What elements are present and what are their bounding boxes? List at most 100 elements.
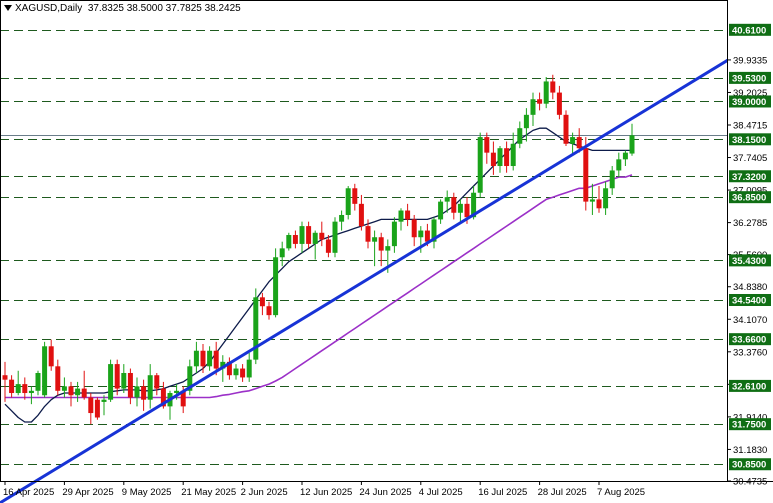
candle-body — [273, 257, 279, 316]
candle-body — [537, 99, 543, 104]
dropdown-arrow-icon[interactable] — [4, 5, 12, 12]
chart-header: XAGUSD,Daily 37.8325 38.5000 37.7825 38.… — [4, 3, 241, 14]
y-tick-label: 39.9335 — [733, 55, 767, 66]
candle-body — [9, 379, 15, 394]
candle — [273, 248, 279, 318]
level-label: 31.7500 — [732, 420, 766, 431]
x-tick-label: 24 Jun 2025 — [359, 487, 411, 498]
candle-body — [510, 143, 516, 167]
candle-body — [365, 226, 371, 242]
candle-body — [306, 226, 312, 244]
candle-body — [286, 235, 292, 249]
candle-body — [61, 386, 67, 391]
candle-body — [94, 399, 100, 418]
candle-body — [556, 92, 562, 115]
x-tick-label: 4 Jul 2025 — [419, 487, 463, 498]
y-tick-label: 33.3760 — [733, 347, 767, 358]
x-tick-label: 29 Apr 2025 — [62, 487, 113, 498]
level-label: 39.0000 — [732, 97, 766, 108]
candle-body — [207, 350, 213, 367]
y-tick-label: 38.4715 — [733, 120, 767, 131]
candle-body — [193, 350, 199, 367]
level-label: 40.6100 — [732, 25, 766, 36]
candle-body — [517, 128, 523, 144]
candle-body — [319, 232, 325, 240]
candle-body — [398, 210, 404, 222]
candle-body — [28, 390, 34, 394]
candle-body — [114, 364, 120, 389]
candle-body — [68, 386, 74, 396]
level-label: 34.5400 — [732, 295, 766, 306]
candle-body — [88, 397, 94, 414]
x-tick-label: 12 Jun 2025 — [300, 487, 352, 498]
candle-body — [576, 137, 582, 149]
candle-body — [332, 221, 338, 253]
candle-body — [563, 114, 569, 144]
candle-body — [259, 297, 265, 307]
candle-body — [622, 152, 628, 160]
candle — [108, 359, 114, 402]
candle — [253, 288, 259, 365]
candle-body — [213, 350, 219, 369]
candle-body — [405, 210, 411, 220]
candle-body — [299, 226, 305, 244]
candle-body — [358, 203, 364, 227]
candle — [94, 397, 100, 420]
level-label: 38.1500 — [732, 135, 766, 146]
y-tick-label: 37.7405 — [733, 153, 767, 164]
y-tick-label: 36.2785 — [733, 218, 767, 229]
candle-body — [372, 237, 378, 242]
candle-body — [108, 364, 114, 400]
candle-body — [55, 366, 61, 391]
level-label: 39.5300 — [732, 73, 766, 84]
candle-body — [391, 221, 397, 247]
x-tick-label: 2 Jun 2025 — [241, 487, 288, 498]
candle-body — [325, 239, 331, 253]
candle-body — [127, 372, 133, 398]
symbol-label: XAGUSD,Daily — [15, 3, 83, 14]
candle-body — [504, 148, 510, 167]
candle-body — [438, 201, 444, 220]
candle-body — [253, 297, 259, 360]
candle-body — [603, 188, 609, 209]
y-tick-label: 34.8380 — [733, 282, 767, 293]
candle-body — [339, 214, 345, 222]
candle-body — [292, 235, 298, 244]
candle — [345, 186, 351, 220]
x-tick-label: 9 May 2025 — [122, 487, 172, 498]
candle-body — [457, 203, 463, 213]
y-tick-label: 34.1070 — [733, 315, 767, 326]
candle-body — [81, 388, 87, 398]
candle-body — [629, 135, 635, 154]
candle-body — [279, 248, 285, 258]
candle-body — [35, 372, 41, 391]
candle-body — [543, 81, 549, 104]
candle-body — [596, 199, 602, 209]
candle-body — [570, 137, 576, 144]
candle-body — [424, 230, 430, 242]
candle-body — [246, 359, 252, 378]
candle-body — [484, 137, 490, 153]
candle — [477, 132, 483, 198]
candle-body — [141, 386, 147, 400]
candle-body — [312, 232, 318, 244]
candle-body — [266, 306, 272, 316]
x-tick-label: 16 Jul 2025 — [478, 487, 527, 498]
candle-body — [609, 170, 615, 189]
candle-body — [497, 148, 503, 167]
candle-body — [233, 368, 239, 376]
candle-body — [411, 219, 417, 238]
candle-body — [490, 152, 496, 167]
y-tick-label: 31.1830 — [733, 445, 767, 456]
candle-body — [121, 372, 127, 389]
level-label: 36.8500 — [732, 193, 766, 204]
x-tick-label: 16 Apr 2025 — [3, 487, 54, 498]
price-chart[interactable]: 39.933539.202538.471537.740537.009536.27… — [0, 0, 773, 503]
x-tick-label: 7 Aug 2025 — [597, 487, 645, 498]
candle-body — [464, 203, 470, 218]
level-label: 32.6100 — [732, 381, 766, 392]
candle-body — [75, 388, 81, 396]
candle-body — [200, 350, 206, 367]
candle-body — [42, 346, 48, 396]
ohlc-values: 37.8325 38.5000 37.7825 38.2425 — [87, 3, 241, 14]
